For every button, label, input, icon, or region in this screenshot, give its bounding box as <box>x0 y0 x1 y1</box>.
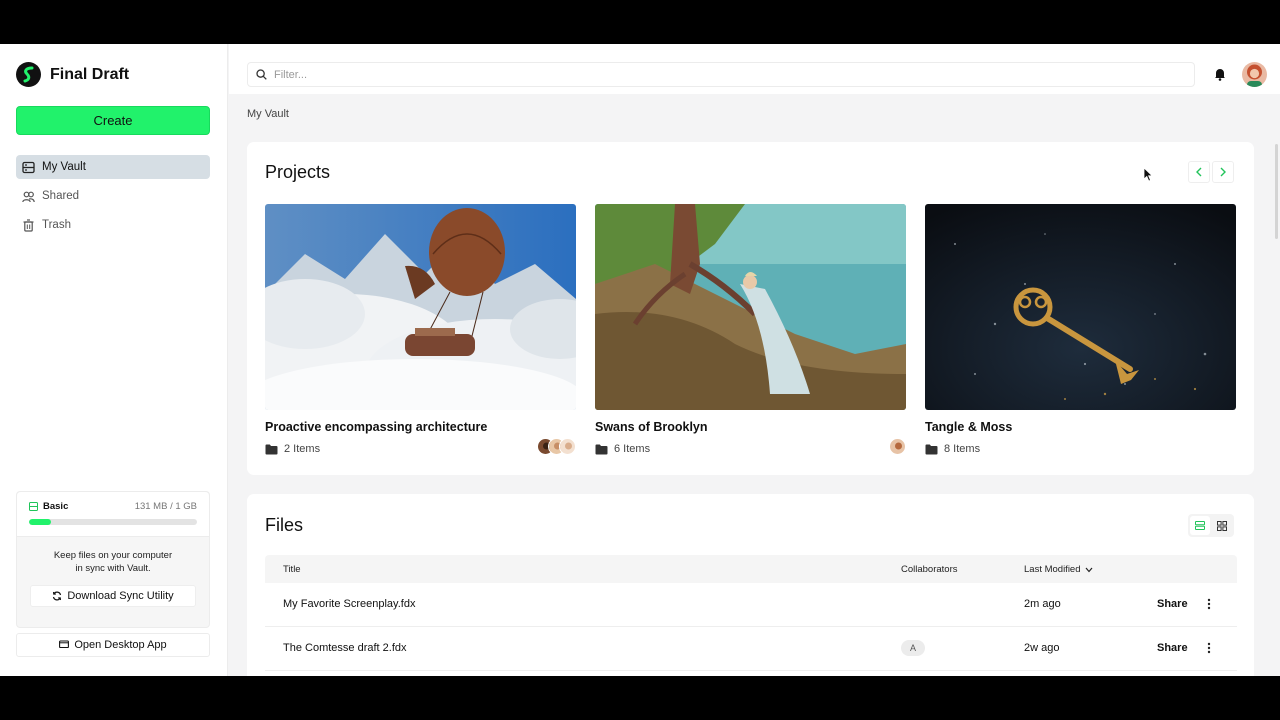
sync-text-line-2: in sync with Vault. <box>75 563 151 574</box>
project-image-balloon[interactable] <box>265 204 576 410</box>
collaborator-avatar <box>889 438 906 455</box>
project-collaborators <box>537 438 576 455</box>
sync-description: Keep files on your computer in sync with… <box>17 549 209 575</box>
breadcrumb: My Vault <box>247 108 289 120</box>
bell-icon[interactable] <box>1213 67 1227 81</box>
avatar-image <box>1242 62 1267 87</box>
sync-button-label: Download Sync Utility <box>67 590 174 602</box>
project-card[interactable]: Tangle & Moss 8 Items <box>925 204 1236 455</box>
sidebar-nav: My Vault Shared Trash <box>16 155 210 242</box>
share-button[interactable]: Share <box>1157 642 1188 654</box>
plan-name: Basic <box>29 501 68 512</box>
project-image-lake[interactable] <box>595 204 906 410</box>
files-table: Title Collaborators Last Modified My Fav… <box>265 555 1237 671</box>
view-toggle <box>1188 514 1234 537</box>
folder-icon <box>595 444 608 454</box>
project-meta: 8 Items <box>925 443 1236 455</box>
sidebar-item-my-vault[interactable]: My Vault <box>16 155 210 179</box>
project-item-count: 6 Items <box>614 443 651 455</box>
storage-progress-fill <box>29 519 51 525</box>
project-card[interactable]: Proactive encompassing architecture 2 It… <box>265 204 576 455</box>
project-title[interactable]: Swans of Brooklyn <box>595 420 906 434</box>
storage-panel: Basic 131 MB / 1 GB Keep files on your c… <box>16 491 210 628</box>
sidebar-item-shared[interactable]: Shared <box>16 184 210 208</box>
chevron-down-icon <box>1085 567 1092 572</box>
project-collaborators <box>889 438 906 455</box>
more-options-icon[interactable] <box>1203 641 1215 655</box>
project-item-count: 8 Items <box>944 443 981 455</box>
table-header: Title Collaborators Last Modified <box>265 555 1237 583</box>
carousel-nav <box>1188 161 1234 183</box>
more-options-icon[interactable] <box>1203 597 1215 611</box>
project-card[interactable]: Swans of Brooklyn 6 Items <box>595 204 906 455</box>
list-view-icon <box>1195 521 1205 530</box>
trash-icon <box>23 218 34 232</box>
monitor-icon <box>59 640 70 649</box>
share-button[interactable]: Share <box>1157 598 1188 610</box>
column-last-modified[interactable]: Last Modified <box>1024 564 1093 575</box>
search-icon <box>256 69 267 80</box>
carousel-prev-button[interactable] <box>1188 161 1210 183</box>
storage-usage: 131 MB / 1 GB <box>134 501 197 512</box>
app-name: Final Draft <box>50 65 130 83</box>
chevron-right-icon <box>1220 167 1226 177</box>
grid-view-icon <box>1217 520 1227 531</box>
project-image-key[interactable] <box>925 204 1236 410</box>
folder-icon <box>265 444 278 454</box>
project-title[interactable]: Proactive encompassing architecture <box>265 420 576 434</box>
projects-panel: Projects Proactive encompassing architec… <box>247 142 1254 475</box>
filter-input[interactable] <box>274 68 1174 81</box>
column-collaborators[interactable]: Collaborators <box>901 564 958 575</box>
file-title[interactable]: My Favorite Screenplay.fdx <box>283 598 415 610</box>
open-desktop-app-button[interactable]: Open Desktop App <box>16 633 210 657</box>
filter-box[interactable] <box>247 62 1195 87</box>
sidebar-item-label: Trash <box>42 219 71 231</box>
page-scrollbar[interactable] <box>1275 144 1278 239</box>
files-title: Files <box>265 515 304 535</box>
table-row[interactable]: The Comtesse draft 2.fdx A 2w ago Share <box>265 627 1237 671</box>
sync-text-line-1: Keep files on your computer <box>53 550 173 561</box>
final-draft-logo-icon <box>16 62 41 87</box>
sidebar-item-trash[interactable]: Trash <box>16 213 210 237</box>
letterbox-bottom <box>0 676 1280 720</box>
folder-icon <box>925 444 938 454</box>
topbar <box>229 44 1280 94</box>
create-button[interactable]: Create <box>16 106 210 135</box>
chevron-left-icon <box>1196 167 1202 177</box>
brand[interactable]: Final Draft <box>16 62 129 87</box>
storage-progress-bar <box>29 519 197 525</box>
sidebar-item-label: Shared <box>42 190 80 202</box>
carousel-next-button[interactable] <box>1212 161 1234 183</box>
table-row[interactable]: My Favorite Screenplay.fdx 2m ago Share <box>265 583 1237 627</box>
project-item-count: 2 Items <box>284 443 321 455</box>
app-window: Final Draft Create My Vault Shared Trash <box>0 44 1280 676</box>
letterbox-top <box>0 0 1280 44</box>
project-meta: 2 Items <box>265 443 576 455</box>
storage-icon <box>29 502 38 511</box>
mouse-cursor-icon <box>1143 167 1153 182</box>
collaborator-avatar <box>559 438 576 455</box>
users-icon <box>22 191 35 202</box>
files-panel: Files Title Collaborators Last Modified … <box>247 494 1254 676</box>
file-modified: 2m ago <box>1024 598 1061 610</box>
column-title[interactable]: Title <box>283 564 301 575</box>
download-sync-utility-button[interactable]: Download Sync Utility <box>30 585 196 607</box>
plan-label: Basic <box>43 501 69 512</box>
projects-title: Projects <box>265 162 331 182</box>
sync-icon <box>53 591 62 601</box>
project-meta: 6 Items <box>595 443 906 455</box>
sidebar: Final Draft Create My Vault Shared Trash <box>0 44 228 676</box>
column-last-modified-label: Last Modified <box>1024 564 1081 575</box>
grid-view-button[interactable] <box>1212 516 1232 535</box>
collaborator-badge: A <box>901 640 925 656</box>
desktop-button-label: Open Desktop App <box>74 639 167 651</box>
list-view-button[interactable] <box>1190 516 1210 535</box>
sidebar-item-label: My Vault <box>42 161 86 173</box>
file-title[interactable]: The Comtesse draft 2.fdx <box>283 642 407 654</box>
file-modified: 2w ago <box>1024 642 1060 654</box>
user-avatar[interactable] <box>1242 62 1267 87</box>
vault-icon <box>22 161 35 173</box>
project-title[interactable]: Tangle & Moss <box>925 420 1236 434</box>
